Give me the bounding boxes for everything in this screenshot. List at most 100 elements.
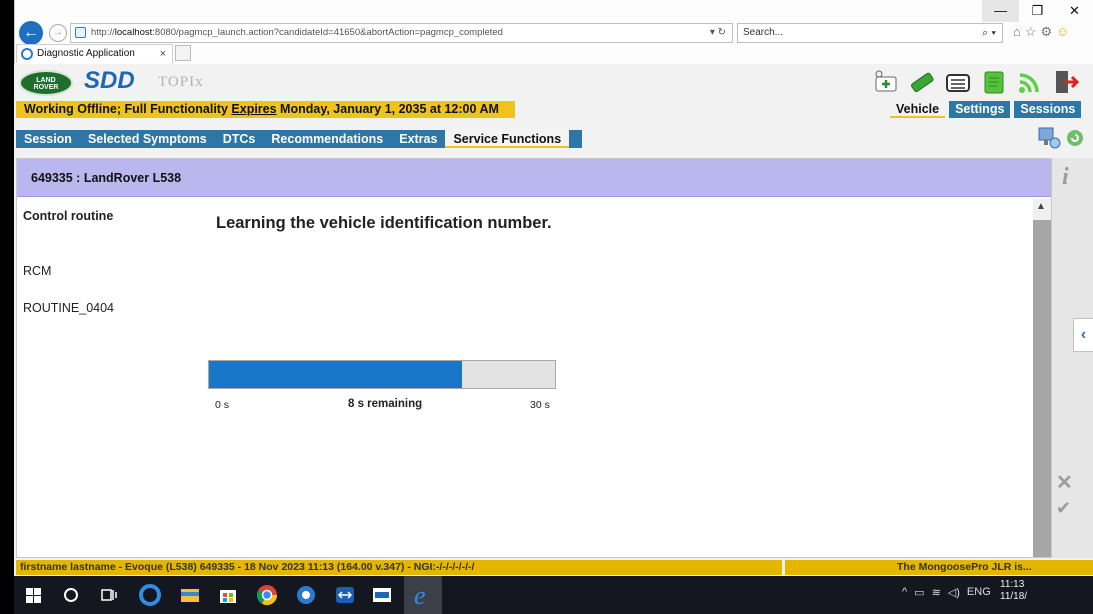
ie-taskbar-button[interactable]: e <box>404 576 442 614</box>
back-arrow-icon[interactable]: ← <box>19 21 43 45</box>
close-window-icon[interactable]: ✕ <box>1056 0 1093 22</box>
nav-service-functions[interactable]: Service Functions <box>445 130 570 148</box>
status-text: Working Offline; Full Functionality <box>24 102 232 116</box>
remote-icons <box>1036 126 1084 150</box>
refresh-icon[interactable]: ▾ ↻ <box>710 24 726 42</box>
routine-heading: Learning the vehicle identification numb… <box>216 214 552 232</box>
refresh-circle-icon[interactable] <box>1066 126 1084 150</box>
routine-label: ROUTINE_0404 <box>23 301 115 315</box>
tab-settings[interactable]: Settings <box>949 101 1011 118</box>
store-icon[interactable] <box>216 583 240 607</box>
confirm-check-icon[interactable]: ✔ <box>1056 498 1071 519</box>
browser-tab[interactable]: Diagnostic Application × <box>16 44 173 63</box>
module-label: RCM <box>23 264 52 278</box>
volume-icon[interactable]: ◁) <box>948 586 960 599</box>
right-sidebar: i ‹ ✕ ✔ <box>1052 158 1093 558</box>
window-controls: — ❐ ✕ <box>982 0 1093 22</box>
ie-icon: e <box>414 581 426 610</box>
interface-status: The MongoosePro JLR is... <box>897 561 1032 573</box>
nav-extras[interactable]: Extras <box>391 130 445 148</box>
nav-session[interactable]: Session <box>16 130 80 148</box>
computer-network-icon[interactable] <box>1036 126 1062 150</box>
signal-icon[interactable] <box>1016 68 1044 96</box>
url-prefix: http:// <box>91 27 115 38</box>
home-icon[interactable]: ⌂ <box>1013 24 1021 40</box>
main-content: 649335 : LandRover L538 Control routine … <box>16 158 1052 558</box>
search-icon[interactable]: ⌕ ▾ <box>982 24 996 42</box>
tab-title: Diagnostic Application <box>37 48 135 59</box>
page-icon <box>75 27 86 38</box>
system-tray: ^ ▭ ≋ ◁) ENG <box>902 586 991 599</box>
search-placeholder: Search... <box>743 27 784 38</box>
close-tab-icon[interactable]: × <box>160 45 166 63</box>
wrench-icon[interactable] <box>908 68 936 96</box>
session-info: firstname lastname - Evoque (L538) 64933… <box>20 561 475 573</box>
chrome-icon[interactable] <box>255 583 279 607</box>
keyboard-icon[interactable] <box>944 68 972 96</box>
control-routine-label: Control routine <box>23 209 114 223</box>
url-path: :8080/pagmcp_launch.action?candidateId=4… <box>152 27 503 38</box>
cancel-icon[interactable]: ✕ <box>1056 470 1073 495</box>
forward-arrow-icon[interactable]: → <box>49 24 67 42</box>
notepad-icon[interactable] <box>980 68 1008 96</box>
scroll-thumb[interactable] <box>1033 220 1051 557</box>
status-footer: firstname lastname - Evoque (L538) 64933… <box>16 560 1093 575</box>
progress-start-label: 0 s <box>215 399 230 411</box>
sdd-application: LAND ROVER SDD TOPIx Working Offline; Ful… <box>14 64 1093 576</box>
main-nav: Session Selected Symptoms DTCs Recommend… <box>16 130 582 148</box>
nav-selected-symptoms[interactable]: Selected Symptoms <box>80 130 215 148</box>
favorites-icon[interactable]: ☆ <box>1025 24 1037 40</box>
vertical-scrollbar[interactable]: ▲ <box>1033 199 1051 557</box>
topix-brand: TOPIx <box>158 74 204 90</box>
nav-recommendations[interactable]: Recommendations <box>263 130 391 148</box>
chevron-left-icon[interactable]: ‹ <box>1073 318 1093 352</box>
windows-taskbar: e ^ ▭ ≋ ◁) ENG 11:13 11/18/ <box>14 576 1093 614</box>
header-icons <box>872 68 1080 96</box>
edge-icon[interactable] <box>138 583 162 607</box>
sdd-app-icon[interactable] <box>370 583 394 607</box>
new-tab-button[interactable] <box>175 45 191 61</box>
exit-icon[interactable] <box>1052 68 1080 96</box>
gear-icon[interactable]: ⚙ <box>1041 24 1053 40</box>
scroll-up-icon[interactable]: ▲ <box>1036 201 1046 212</box>
teamviewer-icon[interactable] <box>333 583 357 607</box>
medical-kit-icon[interactable] <box>872 68 900 96</box>
battery-icon[interactable]: ▭ <box>914 586 924 599</box>
file-explorer-icon[interactable] <box>178 583 202 607</box>
clock-time: 11:13 <box>1000 579 1025 590</box>
top-right-tabs: Vehicle Settings Sessions <box>890 101 1082 118</box>
progress-fill <box>209 361 462 388</box>
smiley-icon[interactable]: ☺ <box>1056 24 1069 40</box>
tab-vehicle[interactable]: Vehicle <box>890 101 946 118</box>
progress-remaining-label: 8 s remaining <box>348 398 423 410</box>
expires-link[interactable]: Expires <box>231 102 276 116</box>
cortana-search-icon[interactable] <box>59 583 83 607</box>
footer-divider <box>782 560 785 575</box>
browser-chrome: — ❐ ✕ ← → http://localhost:8080/pagmcp_l… <box>14 0 1093 64</box>
status-date: Monday, January 1, 2035 at 12:00 AM <box>276 102 499 116</box>
restore-icon[interactable]: ❐ <box>1019 0 1056 22</box>
vehicle-title-bar: 649335 : LandRover L538 <box>17 159 1051 197</box>
chevron-up-icon[interactable]: ^ <box>902 586 907 599</box>
progress-bar <box>208 360 556 389</box>
license-status-banner: Working Offline; Full Functionality Expi… <box>16 101 515 118</box>
search-input[interactable]: Search... ⌕ ▾ <box>737 23 1003 43</box>
minimize-icon[interactable]: — <box>982 0 1019 22</box>
info-icon[interactable]: i <box>1062 164 1082 190</box>
url-host: localhost <box>114 27 153 38</box>
remote-app-icon[interactable] <box>294 583 318 607</box>
wifi-icon[interactable]: ≋ <box>932 586 941 599</box>
progress-end-label: 30 s <box>530 399 550 411</box>
task-view-icon[interactable] <box>97 583 121 607</box>
clock-date: 11/18/ <box>1000 591 1028 602</box>
sdd-brand: SDD <box>84 67 135 94</box>
address-bar[interactable]: http://localhost:8080/pagmcp_launch.acti… <box>70 23 733 43</box>
ie-icon <box>21 48 33 60</box>
windows-start-icon[interactable] <box>26 588 41 603</box>
nav-dtcs[interactable]: DTCs <box>215 130 264 148</box>
land-rover-logo: LAND ROVER <box>19 70 73 96</box>
tab-sessions[interactable]: Sessions <box>1014 101 1082 118</box>
clock[interactable]: 11:13 11/18/ <box>1000 579 1027 603</box>
toolbar-icons: ⌂ ☆ ⚙ ☺ <box>1013 24 1069 40</box>
language-indicator[interactable]: ENG <box>967 586 991 599</box>
